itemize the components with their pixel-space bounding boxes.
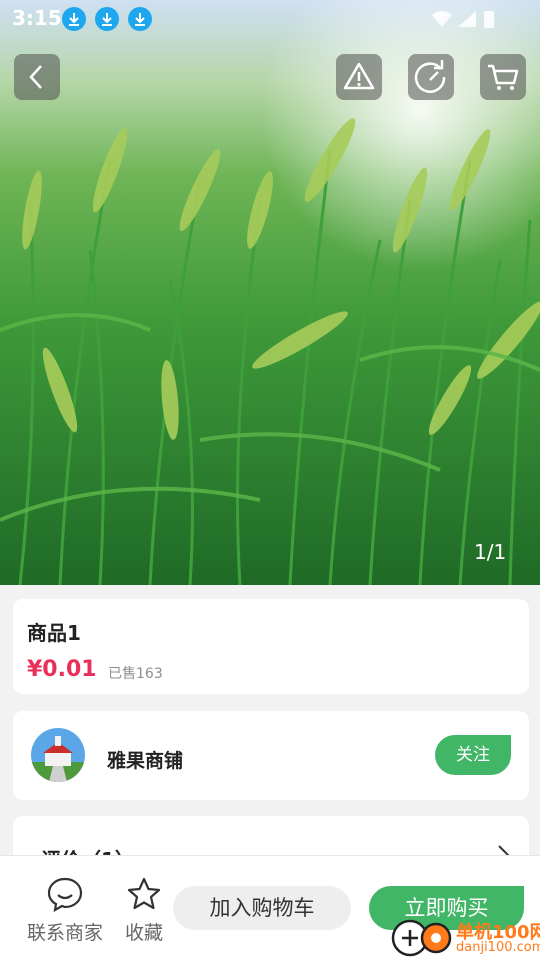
favorite-label: 收藏	[124, 922, 163, 944]
image-counter: 1/1	[474, 540, 507, 564]
report-button[interactable]	[336, 54, 382, 100]
back-button[interactable]	[14, 54, 60, 100]
store-name: 雅果商铺	[107, 750, 184, 772]
product-price: ¥0.01	[27, 657, 97, 682]
wheat-field-image	[0, 0, 540, 585]
follow-button[interactable]: 关注	[435, 735, 511, 775]
product-image[interactable]: 3:15 1/1	[0, 0, 540, 585]
watermark-url: danji100.com	[456, 940, 540, 955]
product-name: 商品1	[27, 621, 81, 645]
share-icon	[414, 60, 446, 93]
contact-seller-label: 联系商家	[26, 922, 103, 944]
watermark-logo	[391, 919, 452, 957]
download-icon	[62, 7, 86, 31]
store-card[interactable]: 雅果商铺 关注	[13, 711, 529, 800]
contact-seller-button[interactable]: 联系商家	[24, 876, 106, 945]
chat-icon	[47, 877, 83, 913]
cart-icon	[488, 64, 519, 90]
favorite-button[interactable]: 收藏	[122, 876, 166, 945]
add-to-cart-button[interactable]: 加入购物车	[173, 886, 351, 930]
download-icon	[95, 7, 119, 31]
share-button[interactable]	[408, 54, 454, 100]
store-avatar[interactable]	[31, 728, 85, 782]
back-icon	[29, 65, 42, 89]
status-time: 3:15	[12, 6, 62, 30]
star-icon	[127, 877, 161, 910]
system-status-icons	[432, 11, 494, 28]
download-icon	[128, 7, 152, 31]
cart-button[interactable]	[480, 54, 526, 100]
product-info-card: 商品1 ¥0.01 已售163	[13, 599, 529, 694]
status-bar: 3:15	[0, 0, 540, 36]
sold-count: 已售163	[108, 666, 163, 682]
report-icon	[343, 62, 375, 90]
site-watermark: 单机100网 danji100.com	[390, 916, 540, 960]
